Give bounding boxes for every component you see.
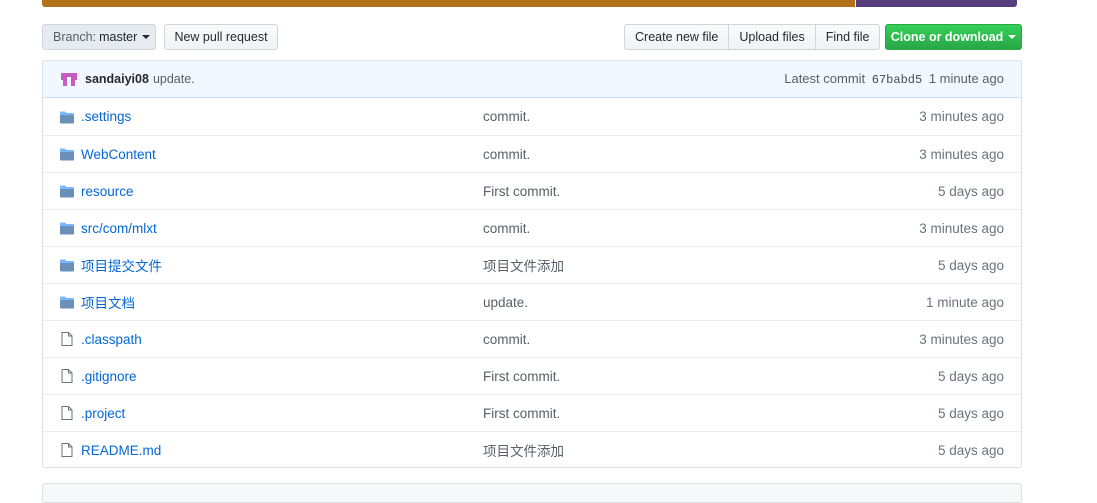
file-name-link[interactable]: resource [81, 184, 483, 199]
file-listing: sandaiyi08 update. Latest commit 67babd5… [42, 60, 1022, 468]
file-commit-message-link[interactable]: First commit. [483, 369, 938, 384]
file-commit-message-link[interactable]: First commit. [483, 406, 938, 421]
folder-icon [59, 109, 75, 125]
file-actions-group: Create new file Upload files Find file [624, 24, 881, 50]
caret-down-icon [142, 35, 151, 39]
file-name-link[interactable]: 项目提交文件 [81, 255, 483, 275]
commit-time: 1 minute ago [928, 71, 1004, 86]
readme-box [42, 483, 1022, 503]
file-icon [59, 368, 75, 384]
latest-commit-info: Latest commit 67babd5 1 minute ago [784, 71, 1004, 87]
avatar[interactable] [59, 69, 79, 89]
branch-name: master [99, 30, 138, 44]
file-age: 3 minutes ago [919, 109, 1004, 124]
file-commit-message-link[interactable]: commit. [483, 109, 919, 124]
file-row: 项目提交文件 项目文件添加 5 days ago [43, 246, 1021, 283]
file-icon [59, 331, 75, 347]
file-age: 5 days ago [937, 368, 1004, 384]
file-name-link[interactable]: README.md [81, 443, 483, 458]
folder-icon [59, 220, 75, 236]
file-row: 项目文档 update. 1 minute ago [43, 283, 1021, 320]
file-row: .settings commit. 3 minutes ago [43, 98, 1021, 135]
file-row: .gitignore First commit. 5 days ago [43, 357, 1021, 394]
file-row: src/com/mlxt commit. 3 minutes ago [43, 209, 1021, 246]
folder-icon [59, 294, 75, 310]
file-commit-message-link[interactable]: commit. [483, 332, 919, 347]
file-name-link[interactable]: src/com/mlxt [81, 221, 483, 236]
file-name-link[interactable]: .classpath [81, 332, 483, 347]
folder-icon [59, 183, 75, 199]
file-row: resource First commit. 5 days ago [43, 172, 1021, 209]
file-icon [59, 405, 75, 421]
file-name-link[interactable]: WebContent [81, 147, 483, 162]
file-age: 5 days ago [937, 257, 1004, 273]
file-commit-message-link[interactable]: 项目文件添加 [483, 255, 938, 275]
new-pull-request-button[interactable]: New pull request [164, 24, 278, 50]
file-name-link[interactable]: .project [81, 406, 483, 421]
file-commit-message-link[interactable]: 项目文件添加 [483, 440, 938, 460]
file-commit-message-link[interactable]: update. [483, 295, 926, 310]
file-commit-message-link[interactable]: commit. [483, 147, 919, 162]
caret-down-icon [1008, 35, 1017, 39]
clone-label: Clone or download [890, 30, 1004, 44]
file-name-link[interactable]: .settings [81, 109, 483, 124]
latest-commit-label: Latest commit [784, 71, 866, 86]
language-segment-css[interactable] [856, 0, 1017, 7]
commit-message-link[interactable]: update. [153, 72, 195, 86]
file-age: 5 days ago [937, 442, 1004, 458]
file-name-link[interactable]: 项目文档 [81, 292, 483, 312]
file-row: .classpath commit. 3 minutes ago [43, 320, 1021, 357]
file-age: 3 minutes ago [919, 331, 1004, 347]
file-age: 5 days ago [937, 405, 1004, 421]
branch-select-button[interactable]: Branch: master [42, 24, 156, 50]
upload-files-button[interactable]: Upload files [728, 24, 816, 50]
file-row: WebContent commit. 3 minutes ago [43, 135, 1021, 172]
folder-icon [59, 257, 75, 273]
file-row: .project First commit. 5 days ago [43, 394, 1021, 431]
file-age: 1 minute ago [925, 294, 1004, 310]
find-file-button[interactable]: Find file [814, 24, 881, 50]
language-bar[interactable] [42, 0, 1017, 7]
file-age: 5 days ago [937, 183, 1004, 199]
file-name-link[interactable]: .gitignore [81, 369, 483, 384]
folder-icon [59, 146, 75, 162]
file-commit-message-link[interactable]: commit. [483, 221, 919, 236]
file-age: 3 minutes ago [919, 220, 1004, 236]
file-age: 3 minutes ago [919, 146, 1004, 162]
file-row: README.md 项目文件添加 5 days ago [43, 431, 1021, 467]
commit-author-link[interactable]: sandaiyi08 [85, 72, 149, 86]
clone-or-download-button[interactable]: Clone or download [885, 24, 1022, 50]
language-segment-java[interactable] [42, 0, 855, 7]
latest-commit-bar: sandaiyi08 update. Latest commit 67babd5… [43, 61, 1021, 98]
file-commit-message-link[interactable]: First commit. [483, 184, 938, 199]
file-icon [59, 442, 75, 458]
commit-sha-link[interactable]: 67babd5 [872, 73, 922, 87]
branch-prefix: Branch: [53, 30, 97, 44]
create-new-file-button[interactable]: Create new file [624, 24, 730, 50]
